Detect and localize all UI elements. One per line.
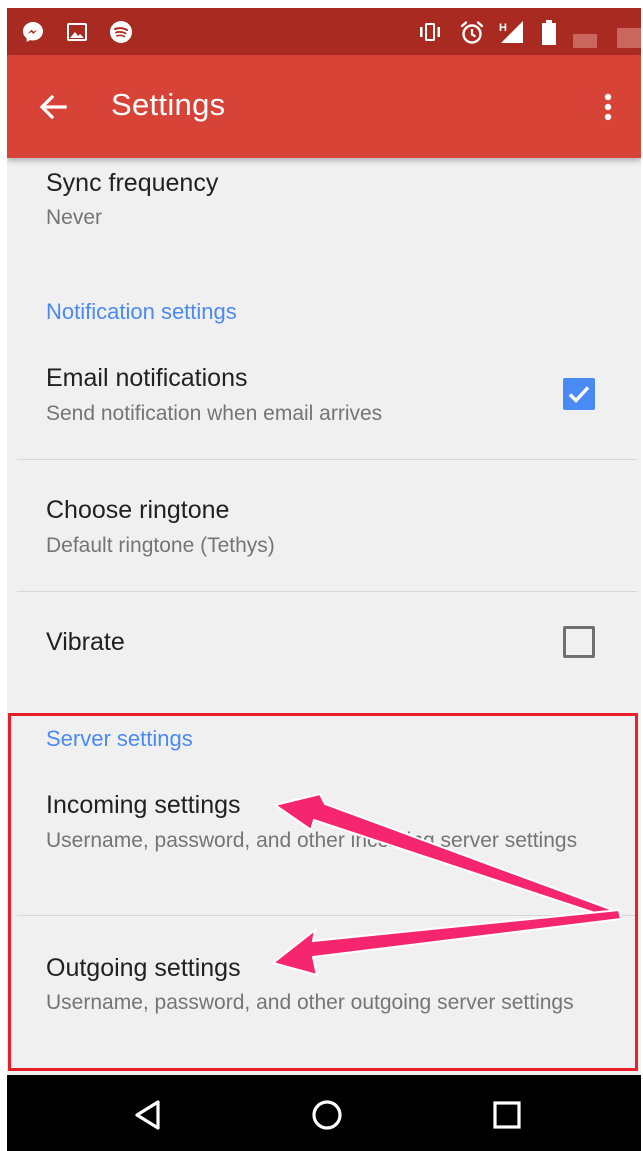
email-notifications-title: Email notifications xyxy=(46,364,248,392)
navigation-bar xyxy=(7,1075,641,1151)
incoming-settings-summary: Username, password, and other incoming s… xyxy=(46,829,578,852)
alarm-icon xyxy=(459,20,484,44)
nav-recents-button[interactable] xyxy=(479,1087,535,1143)
messenger-icon xyxy=(21,20,45,44)
server-settings-category: Server settings xyxy=(46,726,193,751)
incoming-settings-title: Incoming settings xyxy=(46,791,241,819)
choose-ringtone-title: Choose ringtone xyxy=(46,496,230,524)
notification-settings-category: Notification settings xyxy=(46,299,237,324)
outgoing-settings-summary: Username, password, and other outgoing s… xyxy=(46,991,574,1014)
outgoing-settings-item[interactable]: Outgoing settings Username, password, an… xyxy=(7,916,641,1066)
settings-screen: H Settings Sync frequency Never Notifica… xyxy=(7,8,641,1151)
sync-frequency-title: Sync frequency xyxy=(46,169,219,197)
image-icon xyxy=(65,20,89,44)
vibrate-item[interactable]: Vibrate xyxy=(7,592,641,702)
vibrate-checkbox[interactable] xyxy=(563,626,595,658)
battery-icon xyxy=(539,20,563,45)
email-notifications-summary: Send notification when email arrives xyxy=(46,402,383,425)
status-bar: H xyxy=(7,8,641,55)
status-bar-fragment xyxy=(573,34,597,48)
sync-frequency-item[interactable]: Sync frequency Never xyxy=(7,158,641,250)
arrow-left-icon xyxy=(39,94,67,120)
sync-frequency-summary: Never xyxy=(46,206,103,229)
back-triangle-icon xyxy=(135,1100,160,1130)
outgoing-settings-title: Outgoing settings xyxy=(46,954,241,982)
back-button[interactable] xyxy=(33,87,73,127)
page-title: Settings xyxy=(111,87,226,122)
recents-square-icon xyxy=(493,1101,521,1129)
email-notifications-item[interactable]: Email notifications Send notification wh… xyxy=(7,353,641,459)
nav-back-button[interactable] xyxy=(120,1087,176,1143)
signal-icon: H xyxy=(497,20,523,44)
vibrate-title: Vibrate xyxy=(46,628,125,656)
choose-ringtone-summary: Default ringtone (Tethys) xyxy=(46,534,275,557)
vibrate-icon xyxy=(417,20,441,44)
signal-type-label: H xyxy=(499,22,507,34)
more-vertical-icon xyxy=(604,93,612,121)
app-bar: Settings xyxy=(7,55,641,158)
nav-home-button[interactable] xyxy=(299,1087,355,1143)
spotify-icon xyxy=(109,20,133,44)
email-notifications-checkbox[interactable] xyxy=(563,378,595,410)
checkmark-icon xyxy=(568,386,590,403)
home-circle-icon xyxy=(312,1100,342,1130)
overflow-menu-button[interactable] xyxy=(593,87,623,127)
incoming-settings-item[interactable]: Incoming settings Username, password, an… xyxy=(7,778,641,915)
choose-ringtone-item[interactable]: Choose ringtone Default ringtone (Tethys… xyxy=(7,460,641,591)
status-bar-fragment xyxy=(617,28,641,48)
